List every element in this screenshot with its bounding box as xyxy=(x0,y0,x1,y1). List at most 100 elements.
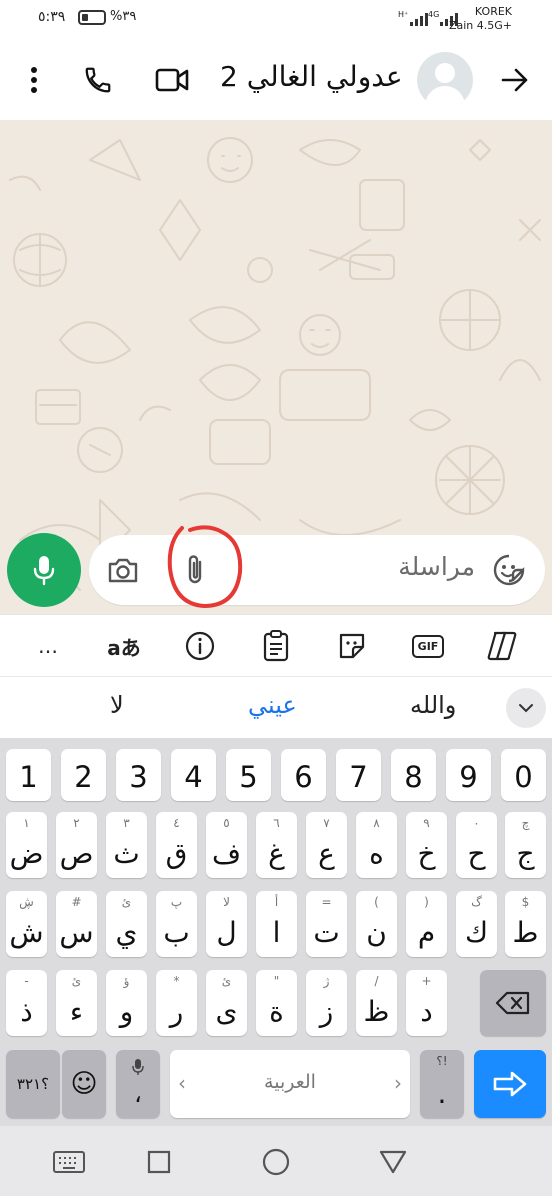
key-sub: ٧ xyxy=(323,816,330,830)
back-triangle-icon[interactable] xyxy=(376,1148,410,1176)
key-0[interactable]: 0 xyxy=(501,749,546,801)
key-jeem[interactable]: چج xyxy=(505,812,546,878)
mic-button[interactable] xyxy=(7,533,81,607)
sticker-toolbar-icon[interactable] xyxy=(332,627,372,665)
translate-icon[interactable]: aあ xyxy=(104,627,144,665)
collapse-suggestions-button[interactable] xyxy=(506,688,546,728)
key-label: غ xyxy=(268,837,285,870)
comma-key[interactable]: ، xyxy=(116,1050,160,1118)
suggestion-left[interactable]: لا xyxy=(110,691,124,719)
system-navbar xyxy=(0,1126,552,1196)
key-8[interactable]: 8 xyxy=(391,749,436,801)
key-lam[interactable]: لا ل xyxy=(206,891,247,957)
enter-arrow-icon xyxy=(493,1071,527,1097)
key-alif[interactable]: أا xyxy=(256,891,297,957)
key-ha[interactable]: ٨ه xyxy=(356,812,397,878)
phone-icon[interactable] xyxy=(80,62,116,98)
key-9[interactable]: 9 xyxy=(446,749,491,801)
message-composer[interactable]: مراسلة xyxy=(89,535,545,605)
key-label: ء xyxy=(69,995,84,1028)
key-label: 2 xyxy=(74,760,93,794)
key-label: ض xyxy=(9,837,44,870)
key-dad[interactable]: ١ض xyxy=(6,812,47,878)
key-label: ا xyxy=(272,916,281,949)
clipboard-icon[interactable] xyxy=(256,627,296,665)
key-sub: ؟! xyxy=(436,1054,448,1068)
key-tha[interactable]: ٣ث xyxy=(106,812,147,878)
key-ta-marbuta[interactable]: " ة xyxy=(256,970,297,1036)
gif-icon[interactable]: GIF xyxy=(408,627,448,665)
camera-icon[interactable] xyxy=(105,552,141,588)
message-input[interactable]: مراسلة xyxy=(398,552,475,581)
key-sub: لا xyxy=(223,895,230,909)
key-tta[interactable]: $ ط xyxy=(505,891,546,957)
key-label: س xyxy=(59,916,94,949)
key-6[interactable]: 6 xyxy=(281,749,326,801)
voice-small-icon xyxy=(132,1059,144,1075)
carrier-1: KOREK xyxy=(474,5,512,18)
toolbar-more[interactable]: … xyxy=(28,627,68,665)
key-noon[interactable]: (ن xyxy=(356,891,397,957)
key-sub: - xyxy=(24,974,29,988)
key-fa[interactable]: ٥ف xyxy=(206,812,247,878)
key-3[interactable]: 3 xyxy=(116,749,161,801)
key-label: ق xyxy=(165,837,188,870)
key-zay[interactable]: ژز xyxy=(306,970,347,1036)
key-sub: أ xyxy=(274,895,279,909)
key-sub: = xyxy=(321,895,332,909)
recents-square-icon[interactable] xyxy=(142,1148,176,1176)
key-ra[interactable]: * ر xyxy=(156,970,197,1036)
key-ghain[interactable]: ٦غ xyxy=(256,812,297,878)
symbols-key[interactable]: ؟٣٢١ xyxy=(6,1050,60,1118)
key-ya[interactable]: ئي xyxy=(106,891,147,957)
key-alif-maqsura[interactable]: ئى xyxy=(206,970,247,1036)
avatar[interactable] xyxy=(417,52,473,108)
key-ta[interactable]: = ت xyxy=(306,891,347,957)
gif-label: GIF xyxy=(411,634,445,658)
key-sub: ( xyxy=(374,895,379,909)
back-arrow-icon[interactable] xyxy=(497,62,533,98)
key-kaf[interactable]: گك xyxy=(456,891,497,957)
key-za[interactable]: / ظ xyxy=(356,970,397,1036)
key-meem[interactable]: ) م xyxy=(406,891,447,957)
key-waw[interactable]: ؤو xyxy=(106,970,147,1036)
key-label: ى xyxy=(215,995,238,1028)
menu-icon[interactable] xyxy=(16,62,52,98)
key-kha[interactable]: ٩خ xyxy=(406,812,447,878)
contact-name[interactable]: عدولي الغالي 2 xyxy=(220,60,403,93)
key-dal[interactable]: + د xyxy=(406,970,447,1036)
key-sad[interactable]: ٢ص xyxy=(56,812,97,878)
key-sub: ٠ xyxy=(473,816,480,830)
suggestion-middle[interactable]: عيني xyxy=(248,691,297,719)
space-right-arrow: › xyxy=(394,1071,402,1095)
enter-button[interactable] xyxy=(474,1050,546,1118)
home-circle-icon[interactable] xyxy=(259,1148,293,1176)
key-ba[interactable]: پب xyxy=(156,891,197,957)
keyboard-icon[interactable] xyxy=(52,1148,86,1176)
key-5[interactable]: 5 xyxy=(226,749,271,801)
key-qaf[interactable]: ٤ق xyxy=(156,812,197,878)
key-thal[interactable]: -ذ xyxy=(6,970,47,1036)
key-7[interactable]: 7 xyxy=(336,749,381,801)
info-icon[interactable] xyxy=(180,627,220,665)
key-label: 4 xyxy=(184,760,203,794)
key-2[interactable]: 2 xyxy=(61,749,106,801)
key-1[interactable]: 1 xyxy=(6,749,51,801)
key-label: م xyxy=(417,916,436,949)
period-key[interactable]: ؟! . xyxy=(420,1050,464,1118)
emoji-key[interactable]: ☺ xyxy=(62,1050,106,1118)
suggestion-right[interactable]: والله xyxy=(410,691,456,719)
key-label: ف xyxy=(211,837,242,870)
space-left-arrow: ‹ xyxy=(178,1071,186,1095)
key-sheen[interactable]: ڜش xyxy=(6,891,47,957)
key-hamza[interactable]: ئء xyxy=(56,970,97,1036)
key-seen[interactable]: # س xyxy=(56,891,97,957)
backspace-button[interactable] xyxy=(480,970,546,1036)
sticker-icon[interactable] xyxy=(491,552,527,588)
copilot-icon[interactable] xyxy=(484,627,524,665)
video-call-icon[interactable] xyxy=(154,62,190,98)
key-hha[interactable]: ٠ح xyxy=(456,812,497,878)
key-ain[interactable]: ٧ع xyxy=(306,812,347,878)
space-key[interactable]: العربية ‹ › xyxy=(170,1050,410,1118)
key-4[interactable]: 4 xyxy=(171,749,216,801)
